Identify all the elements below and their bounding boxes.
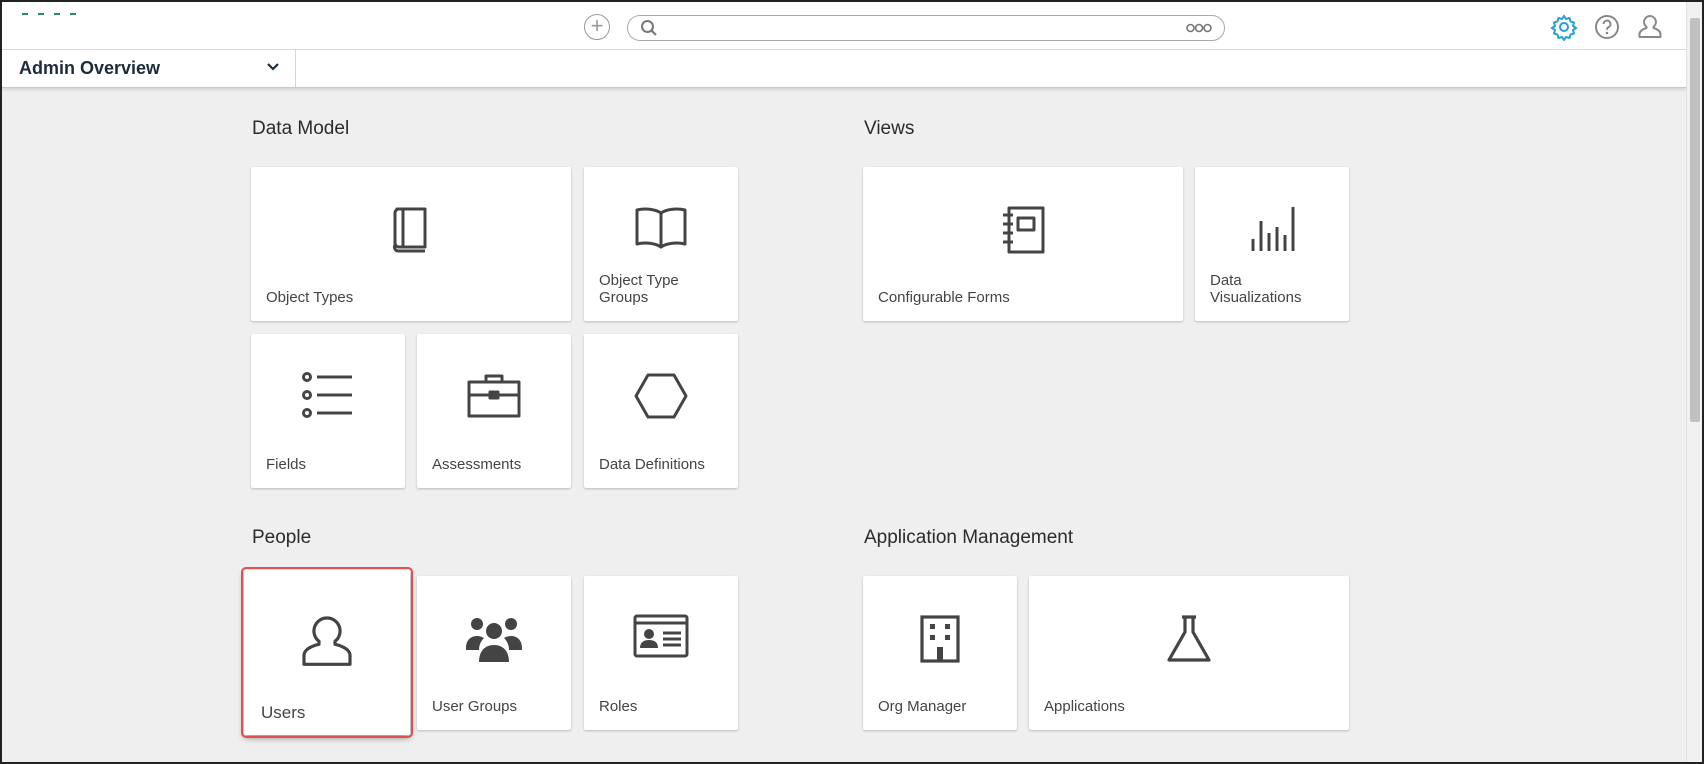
tile-label: Data Visualizations — [1210, 272, 1302, 306]
bar-chart-icon — [1251, 207, 1295, 251]
top-bar: + — [2, 2, 1686, 50]
tile-user-groups[interactable]: User Groups — [417, 576, 571, 730]
list-icon — [302, 372, 352, 418]
briefcase-icon — [467, 374, 521, 418]
tile-label: Users — [261, 703, 306, 722]
tile-roles[interactable]: Roles — [584, 576, 738, 730]
search-icon — [641, 20, 657, 36]
user-profile-icon[interactable] — [1636, 13, 1664, 41]
add-button[interactable]: + — [584, 14, 610, 40]
search-bar — [627, 15, 1225, 41]
gear-icon[interactable] — [1550, 13, 1578, 41]
search-input[interactable] — [666, 18, 1146, 38]
section-title-application-management: Application Management — [864, 527, 1074, 548]
sub-header: Admin Overview — [2, 50, 1686, 88]
tile-label: User Groups — [432, 698, 518, 715]
help-icon[interactable] — [1593, 13, 1621, 41]
building-icon — [920, 615, 960, 663]
tile-assessments[interactable]: Assessments — [417, 334, 571, 488]
tile-applications[interactable]: Applications — [1029, 576, 1349, 730]
view-selector-dropdown[interactable]: Admin Overview — [2, 50, 296, 87]
tile-label: Roles — [599, 698, 638, 715]
tile-data-visualizations[interactable]: Data Visualizations — [1195, 167, 1349, 321]
section-title-data-model: Data Model — [252, 118, 350, 139]
flask-icon — [1167, 615, 1211, 662]
user-icon — [302, 616, 352, 666]
tile-label: Configurable Forms — [878, 289, 1010, 306]
scrollbar-thumb[interactable] — [1690, 18, 1700, 422]
hexagon-icon — [634, 373, 688, 419]
tile-object-types[interactable]: Object Types — [251, 167, 571, 321]
scrollbar[interactable] — [1686, 2, 1702, 762]
tile-data-definitions[interactable]: Data Definitions — [584, 334, 738, 488]
users-group-icon — [466, 618, 522, 662]
book-icon — [392, 207, 427, 253]
section-title-people: People — [252, 527, 312, 548]
tile-fields[interactable]: Fields — [251, 334, 405, 488]
tile-configurable-forms[interactable]: Configurable Forms — [863, 167, 1183, 321]
tile-label: Applications — [1044, 698, 1125, 715]
tile-label: Object Type Groups — [599, 272, 679, 306]
tile-label: Object Types — [266, 289, 354, 306]
tile-object-type-groups[interactable]: Object Type Groups — [584, 167, 738, 321]
view-title: Admin Overview — [19, 58, 161, 78]
advanced-search-icon[interactable] — [1186, 22, 1212, 34]
tile-org-manager[interactable]: Org Manager — [863, 576, 1017, 730]
tile-label: Assessments — [432, 456, 522, 473]
app-window: + Admin Overview Data Model Object Types… — [0, 0, 1704, 764]
chevron-down-icon — [267, 63, 279, 71]
tile-label: Fields — [266, 456, 307, 473]
tile-label: Data Definitions — [599, 456, 705, 473]
section-title-views: Views — [864, 118, 915, 139]
tile-users[interactable]: Users — [241, 567, 413, 738]
open-book-icon — [635, 207, 687, 249]
notebook-icon — [1003, 206, 1045, 254]
id-card-icon — [633, 614, 689, 658]
logo — [22, 2, 202, 15]
tile-label: Org Manager — [878, 698, 967, 715]
